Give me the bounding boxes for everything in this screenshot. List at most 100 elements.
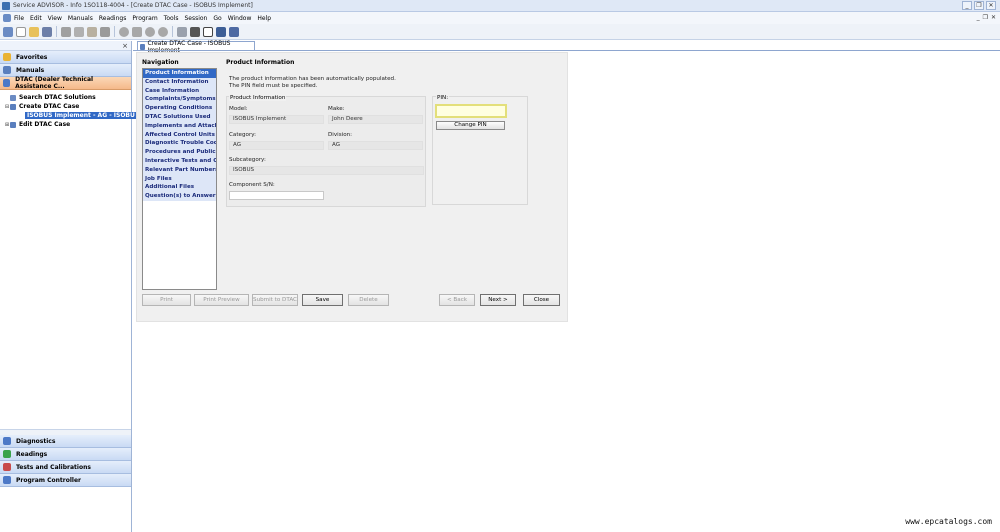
nav-item-relevant-part-numbers[interactable]: Relevant Part Numbers [143, 165, 216, 175]
delete-button[interactable]: Delete [348, 294, 389, 306]
menu-logo-icon [3, 14, 11, 22]
dtac-icon [3, 79, 11, 87]
paste-icon[interactable] [87, 26, 97, 37]
menu-tools[interactable]: Tools [164, 15, 179, 22]
tree-item-label: ISOBUS Implement - AG - ISOBU [25, 112, 137, 119]
print-icon[interactable] [100, 26, 110, 37]
new-icon[interactable] [16, 26, 26, 37]
section-label: Program Controller [16, 476, 82, 484]
subcategory-field: ISOBUS [229, 166, 424, 175]
forward-icon[interactable] [145, 26, 155, 37]
menu-bar: File Edit View Manuals Readings Program … [0, 12, 1000, 24]
close-button[interactable]: Close [523, 294, 560, 306]
menu-help[interactable]: Help [257, 15, 271, 22]
connect-icon[interactable] [216, 26, 226, 37]
navigation-list: Product Information Contact Information … [142, 68, 217, 290]
menu-go[interactable]: Go [213, 15, 221, 22]
category-field: AG [229, 141, 324, 150]
nav-item-dtac-solutions-used[interactable]: DTAC Solutions Used [143, 112, 216, 122]
make-label: Make: [328, 106, 345, 112]
nav-item-case-information[interactable]: Case Information [143, 86, 216, 96]
copy-icon[interactable] [74, 26, 84, 37]
navigation-title: Navigation [142, 59, 179, 66]
component-sn-input[interactable] [229, 191, 324, 200]
menu-view[interactable]: View [48, 15, 62, 22]
nav-item-affected-control-units[interactable]: Affected Control Units [143, 130, 216, 140]
pin-label: PIN: [436, 95, 450, 101]
save-icon[interactable] [42, 26, 52, 37]
doc-restore-button[interactable]: ❐ [983, 14, 988, 21]
nav-item-implements-attachments[interactable]: Implements and Attachments [143, 121, 216, 131]
doc-close-button[interactable]: ✕ [991, 14, 996, 21]
section-label: Favorites [16, 53, 48, 61]
cut-icon[interactable] [61, 26, 71, 37]
tree-item-isobus-implement[interactable]: ISOBUS Implement - AG - ISOBU [0, 111, 137, 120]
info-message: The product information has been automat… [229, 76, 396, 89]
search-icon [10, 94, 16, 101]
info-message-line: The PIN field must be specified. [229, 82, 318, 89]
print-button[interactable]: Print [142, 294, 191, 306]
section-program-controller[interactable]: Program Controller [0, 474, 131, 487]
help-pointer-icon[interactable] [229, 26, 239, 37]
section-dtac[interactable]: DTAC (Dealer Technical Assistance C... [0, 76, 131, 90]
nav-item-product-information[interactable]: Product Information [143, 69, 216, 78]
nav-item-questions-to-answer[interactable]: Question(s) to Answer [143, 192, 216, 201]
open-folder-icon[interactable] [29, 26, 39, 37]
section-label: Tests and Calibrations [16, 463, 91, 471]
menu-file[interactable]: File [14, 15, 24, 22]
stop-icon[interactable] [158, 26, 168, 37]
menu-manuals[interactable]: Manuals [68, 15, 93, 22]
print-preview-button[interactable]: Print Preview [194, 294, 249, 306]
watermark-text: www.epcatalogs.com [905, 517, 992, 526]
tree-item-search-dtac[interactable]: Search DTAC Solutions [0, 93, 131, 102]
model-label: Model: [229, 106, 248, 112]
next-button[interactable]: Next > [480, 294, 516, 306]
make-field: John Deere [328, 115, 423, 124]
home-icon[interactable] [132, 26, 142, 37]
nav-item-operating-conditions[interactable]: Operating Conditions [143, 104, 216, 113]
refresh-icon[interactable] [177, 26, 187, 37]
back-button[interactable]: < Back [439, 294, 475, 306]
menu-program[interactable]: Program [132, 15, 157, 22]
section-diagnostics[interactable]: Diagnostics [0, 435, 131, 448]
nav-item-diagnostic-trouble-codes[interactable]: Diagnostic Trouble Codes [143, 139, 216, 149]
tree-item-edit-dtac[interactable]: ⊞ Edit DTAC Case [0, 120, 131, 129]
pin-input[interactable] [435, 104, 507, 118]
toolbar [0, 24, 1000, 40]
submit-to-dtac-button[interactable]: Submit to DTAC [252, 294, 298, 306]
menu-readings[interactable]: Readings [99, 15, 126, 22]
tree-item-label: Search DTAC Solutions [19, 94, 96, 101]
title-bar: Service ADVISOR - Info 1SO118-4004 - [Cr… [0, 0, 1000, 12]
nav-item-additional-files[interactable]: Additional Files [143, 183, 216, 193]
nav-item-interactive-tests[interactable]: Interactive Tests and Calibrations [143, 156, 216, 166]
section-readings[interactable]: Readings [0, 448, 131, 461]
nav-item-procedures-publications[interactable]: Procedures and Publications [143, 148, 216, 157]
nav-item-contact-information[interactable]: Contact Information [143, 77, 216, 87]
section-label: DTAC (Dealer Technical Assistance C... [15, 76, 94, 90]
section-tests-calibrations[interactable]: Tests and Calibrations [0, 461, 131, 474]
left-navigation-panel: × Favorites Manuals DTAC (Dealer Technic… [0, 41, 137, 532]
close-panel-icon[interactable]: × [122, 42, 128, 50]
minimize-button[interactable]: _ [962, 1, 972, 10]
product-information-title: Product Information [226, 59, 295, 66]
camera-icon[interactable] [190, 26, 200, 37]
tree-item-create-dtac[interactable]: ⊟ Create DTAC Case [0, 102, 131, 111]
save-button[interactable]: Save [302, 294, 343, 306]
section-label: Diagnostics [16, 437, 56, 445]
maximize-button[interactable]: ❐ [974, 1, 984, 10]
section-label: Readings [16, 450, 48, 458]
section-label: Manuals [16, 66, 45, 74]
menu-edit[interactable]: Edit [30, 15, 42, 22]
change-pin-button[interactable]: Change PIN [436, 121, 505, 130]
chart-icon[interactable] [203, 26, 213, 37]
nav-item-complaints-symptoms[interactable]: Complaints/Symptoms [143, 95, 216, 105]
menu-session[interactable]: Session [184, 15, 207, 22]
back-icon[interactable] [119, 26, 129, 37]
model-field: ISOBUS Implement [229, 115, 324, 124]
close-window-button[interactable]: ✕ [986, 1, 996, 10]
nav-item-job-files[interactable]: Job Files [143, 174, 216, 184]
settings-icon[interactable] [3, 26, 13, 37]
doc-minimize-button[interactable]: _ [977, 14, 980, 21]
menu-window[interactable]: Window [228, 15, 252, 22]
section-favorites[interactable]: Favorites [0, 51, 131, 64]
